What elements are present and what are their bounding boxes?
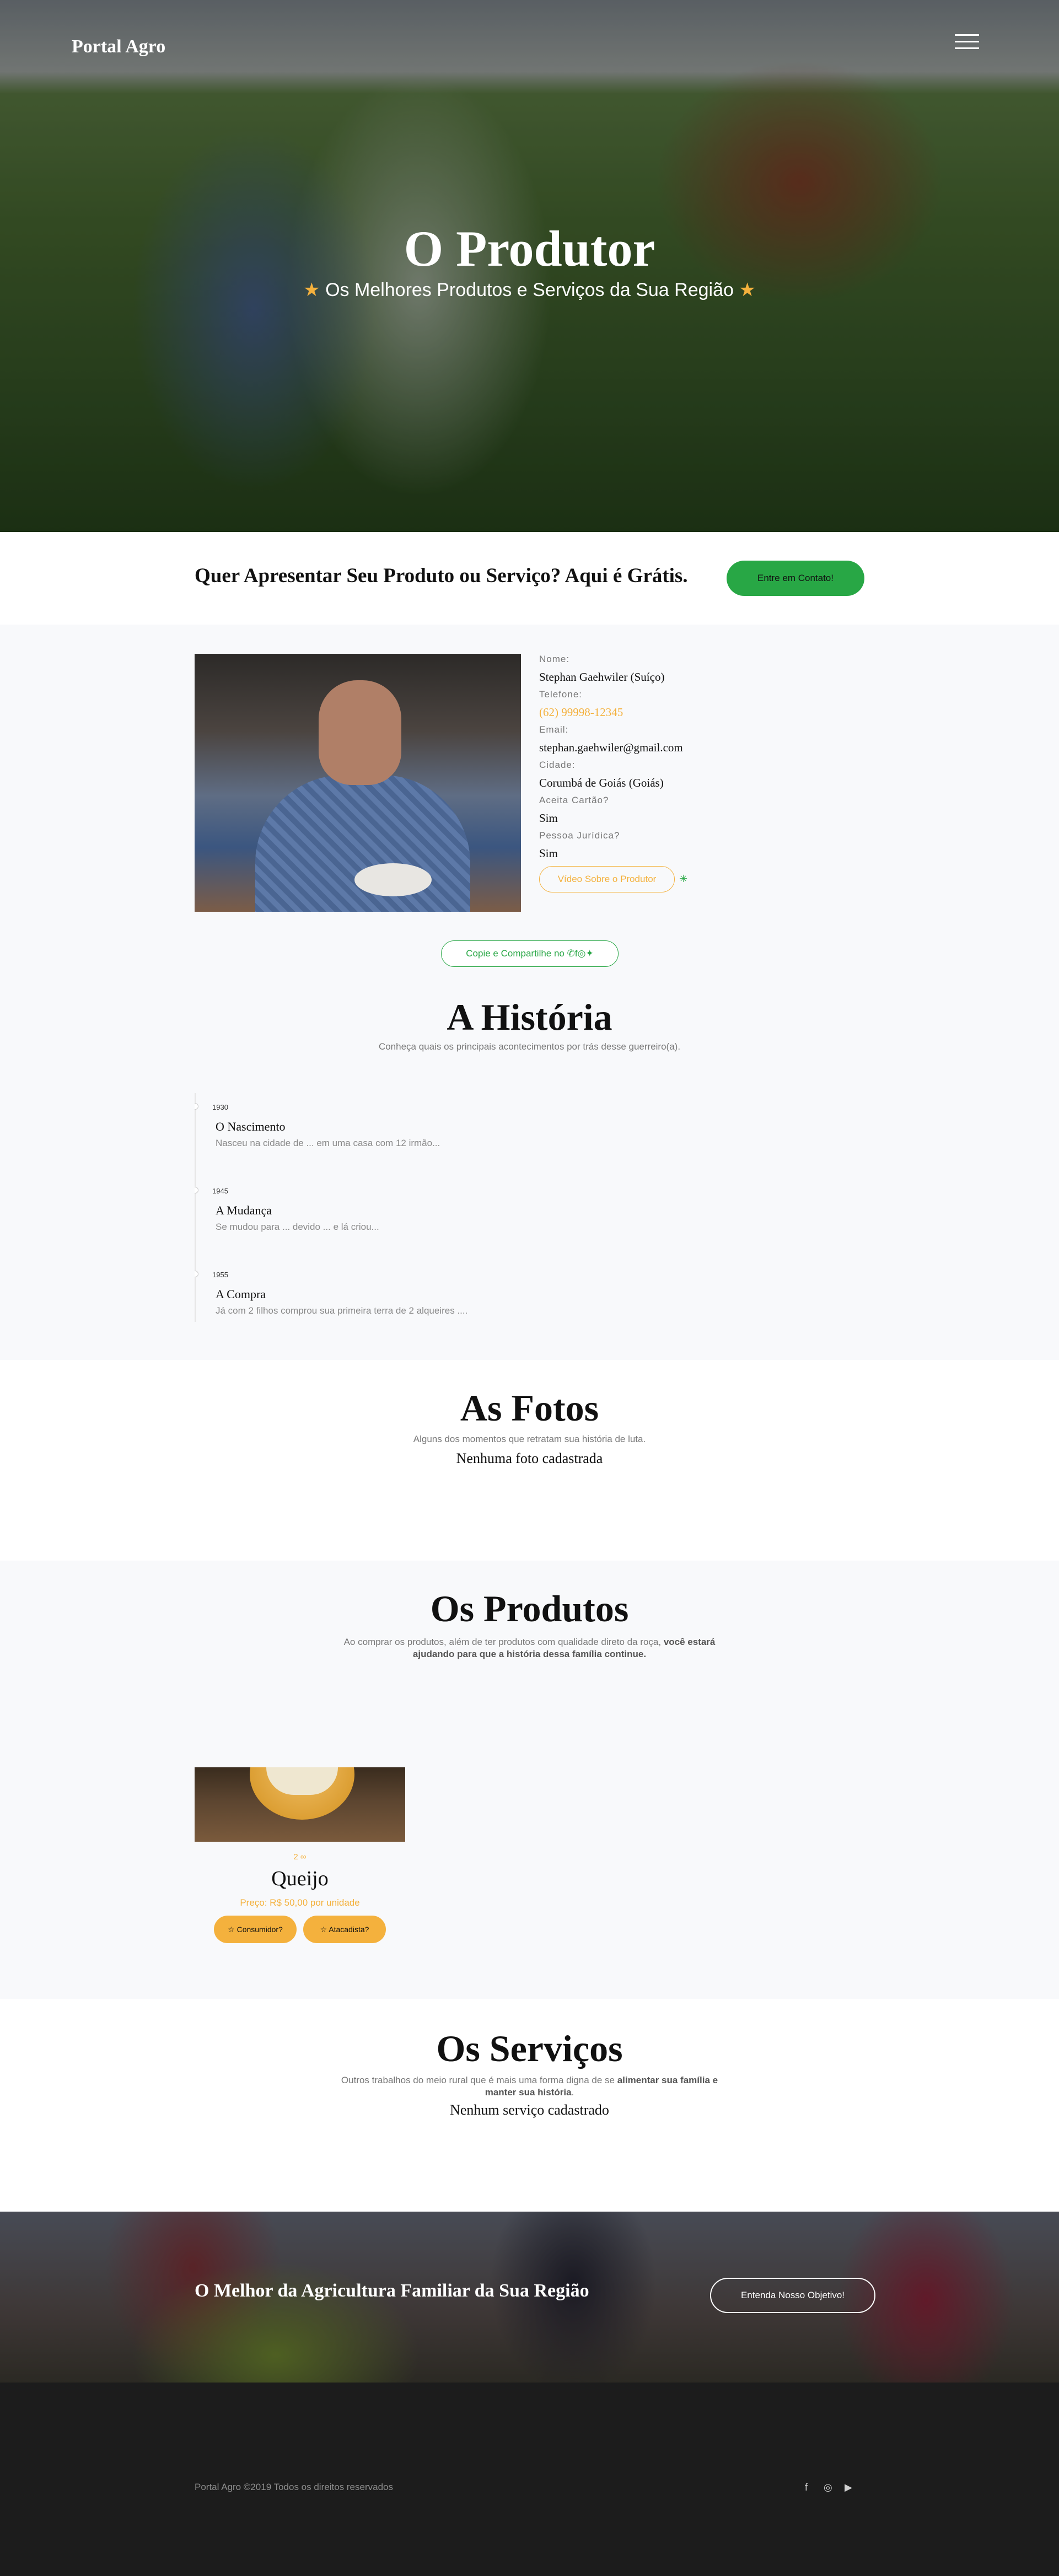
timeline-title: O Nascimento: [216, 1120, 286, 1133]
name-value: Stephan Gaehwiler (Suíço): [539, 670, 665, 684]
timeline-year: 1945: [212, 1187, 228, 1195]
services-subtitle: Outros trabalhos do meio rural que é mai…: [0, 2074, 1059, 2099]
producer-photo: [195, 654, 521, 912]
products-subtitle: Ao comprar os produtos, além de ter prod…: [0, 1636, 1059, 1660]
hero-subtitle-text: Os Melhores Produtos e Serviços da Sua R…: [325, 279, 734, 300]
phone-value[interactable]: (62) 99998-12345: [539, 702, 760, 723]
city-label: Cidade:: [539, 760, 576, 770]
sparkle-icon: ✳: [679, 873, 688, 884]
consumer-button[interactable]: ☆ Consumidor?: [214, 1916, 297, 1943]
history-subtitle: Conheça quais os principais aconteciment…: [378, 1041, 681, 1052]
timeline-text: Se mudou para ... devido ... e lá criou.…: [216, 1222, 379, 1232]
timeline-title: A Mudança: [216, 1203, 272, 1217]
email-label: Email:: [539, 724, 569, 735]
company-label: Pessoa Jurídica?: [539, 830, 620, 841]
instagram-icon: ◎: [577, 948, 586, 959]
history-title: A História: [447, 996, 612, 1038]
star-icon: ★: [303, 279, 320, 300]
company-value: Sim: [539, 847, 558, 860]
services-subtitle-end: .: [571, 2087, 574, 2098]
phone-label: Telefone:: [539, 689, 582, 700]
product-name: Queijo: [271, 1867, 329, 1890]
page-title: O Produtor: [404, 221, 655, 277]
cta-text: Quer Apresentar Seu Produto ou Serviço? …: [195, 564, 688, 587]
footer: Portal Agro ©2019 Todos os direitos rese…: [0, 2383, 1059, 2576]
name-label: Nome:: [539, 654, 570, 664]
facebook-icon[interactable]: f: [805, 2482, 808, 2493]
producer-video-button[interactable]: Vídeo Sobre o Produtor: [539, 866, 675, 892]
product-quantity: 2 ∞: [293, 1852, 307, 1862]
objective-button[interactable]: Entenda Nosso Objetivo!: [710, 2278, 875, 2313]
products-title: Os Produtos: [430, 1588, 629, 1630]
hamburger-icon[interactable]: [955, 34, 979, 51]
share-button[interactable]: Copie e Compartilhe no ✆f◎✦: [441, 940, 619, 967]
banner-text: O Melhor da Agricultura Familiar da Sua …: [195, 2281, 589, 2301]
hero-subtitle: ★ Os Melhores Produtos e Serviços da Sua…: [0, 279, 1059, 301]
producer-info: Nome: Stephan Gaehwiler (Suíço) Telefone…: [539, 652, 760, 864]
city-value: Corumbá de Goiás (Goiás): [539, 776, 664, 789]
services-title: Os Serviços: [436, 2028, 623, 2069]
timeline-text: Já com 2 filhos comprou sua primeira ter…: [216, 1305, 468, 1316]
timeline-year: 1930: [212, 1103, 228, 1111]
products-subtitle-text: Ao comprar os produtos, além de ter prod…: [343, 1637, 664, 1647]
photos-section: As Fotos Alguns dos momentos que retrata…: [0, 1360, 1059, 1561]
photos-subtitle: Alguns dos momentos que retratam sua his…: [413, 1434, 646, 1444]
hero-section: Portal Agro O Produtor ★ Os Melhores Pro…: [0, 0, 1059, 532]
services-section: Os Serviços Outros trabalhos do meio rur…: [0, 1999, 1059, 2212]
services-empty-message: Nenhum serviço cadastrado: [450, 2102, 609, 2118]
timeline-title: A Compra: [216, 1287, 266, 1301]
card-value: Sim: [539, 811, 558, 825]
copyright: Portal Agro ©2019 Todos os direitos rese…: [195, 2482, 393, 2492]
brand-logo[interactable]: Portal Agro: [72, 36, 165, 57]
products-section: Os Produtos Ao comprar os produtos, além…: [0, 1561, 1059, 1999]
cta-section: Quer Apresentar Seu Produto ou Serviço? …: [0, 532, 1059, 625]
timeline-text: Nasceu na cidade de ... em uma casa com …: [216, 1138, 440, 1148]
photos-empty-message: Nenhuma foto cadastrada: [456, 1450, 603, 1466]
star-icon: ★: [739, 279, 756, 300]
photos-title: As Fotos: [460, 1387, 599, 1429]
whatsapp-icon: ✆: [567, 948, 575, 959]
contact-button[interactable]: Entre em Contato!: [727, 561, 864, 596]
services-subtitle-text: Outros trabalhos do meio rural que é mai…: [341, 2075, 617, 2085]
wholesale-button[interactable]: ☆ Atacadista?: [303, 1916, 386, 1943]
email-value: stephan.gaehwiler@gmail.com: [539, 741, 683, 754]
card-label: Aceita Cartão?: [539, 795, 609, 805]
instagram-icon[interactable]: ◎: [824, 2482, 832, 2493]
youtube-icon[interactable]: ▶: [845, 2482, 852, 2493]
share-label: Copie e Compartilhe no: [466, 948, 565, 959]
product-image[interactable]: [195, 1767, 405, 1842]
objective-banner: O Melhor da Agricultura Familiar da Sua …: [0, 2212, 1059, 2383]
producer-section: Nome: Stephan Gaehwiler (Suíço) Telefone…: [0, 625, 1059, 1360]
twitter-icon: ✦: [585, 948, 594, 959]
timeline-year: 1955: [212, 1271, 228, 1279]
history-timeline[interactable]: 1930 O Nascimento Nasceu na cidade de ..…: [195, 1093, 873, 1322]
product-price: Preço: R$ 50,00 por unidade: [240, 1897, 360, 1908]
